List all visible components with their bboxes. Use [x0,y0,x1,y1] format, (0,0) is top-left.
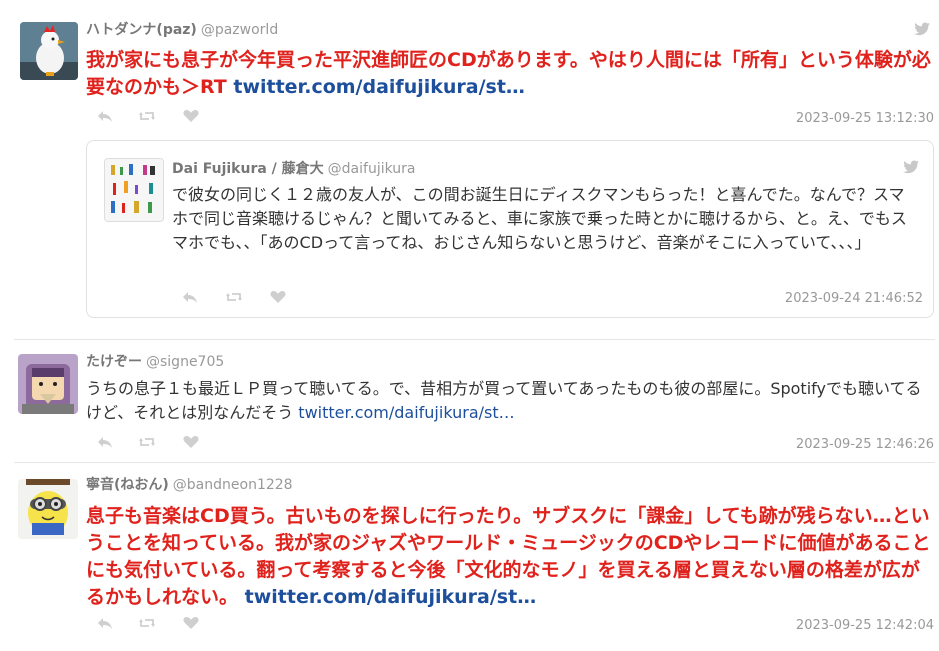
heart-icon[interactable] [182,109,200,123]
tweet-actions [96,435,216,451]
tweet-header: たけぞー @signe705 [86,351,224,371]
tweet-actions [181,290,301,306]
tweet-actions [96,109,216,125]
heart-icon[interactable] [182,616,200,630]
display-name[interactable]: 寧音(ねおん) [86,477,169,493]
reply-icon[interactable] [181,290,199,304]
quoted-tweet-header: Dai Fujikura / 藤倉大 @daifujikura [172,158,416,178]
retweet-icon[interactable] [225,290,243,304]
user-handle[interactable]: @pazworld [201,22,278,38]
reply-icon[interactable] [96,616,114,630]
display-name[interactable]: ハトダンナ(paz) [86,22,197,38]
quoted-tweet[interactable]: Dai Fujikura / 藤倉大 @daifujikura で彼女の同じく１２… [86,140,934,318]
timestamp[interactable]: 2023-09-25 12:46:26 [796,437,934,452]
timestamp[interactable]: 2023-09-25 13:12:30 [796,111,934,126]
tweet-actions [96,616,216,632]
heart-icon[interactable] [269,290,287,304]
retweet-icon[interactable] [138,616,156,630]
quoted-tweet-text: で彼女の同じく１２歳の友人が、この間お誕生日にディスクマンもらった！と喜んでた。… [172,185,907,252]
twitter-bird-icon[interactable] [902,160,920,174]
tweet-text: うちの息子１も最近ＬＰ買って聴いてる。で、昔相方が買って置いてあったものも彼の部… [86,377,932,425]
tweet-text: 息子も音楽はCD買う。古いものを探しに行ったり。サブスクに「課金」しても跡が残ら… [86,503,932,611]
display-name[interactable]: たけぞー [86,354,142,370]
tweet-header: ハトダンナ(paz) @pazworld [86,19,278,39]
avatar[interactable] [104,158,164,222]
reply-icon[interactable] [96,435,114,449]
reply-icon[interactable] [96,109,114,123]
tweet-link[interactable]: twitter.com/daifujikura/st… [298,403,514,422]
heart-icon[interactable] [182,435,200,449]
timestamp[interactable]: 2023-09-25 12:42:04 [796,618,934,633]
tweet-link[interactable]: twitter.com/daifujikura/st… [233,76,525,98]
avatar[interactable] [18,354,78,414]
tweet-link[interactable]: twitter.com/daifujikura/st… [245,586,537,608]
avatar[interactable] [18,479,78,539]
tweet-3: 寧音(ねおん) @bandneon1228 息子も音楽はCD買う。古いものを探しに… [0,463,939,651]
tweet-text: 我が家にも息子が今年買った平沢進師匠のCDがあります。やはり人間には「所有」とい… [86,47,932,101]
tweet-1: ハトダンナ(paz) @pazworld 我が家にも息子が今年買った平沢進師匠のC… [0,0,939,330]
tweet-header: 寧音(ねおん) @bandneon1228 [86,474,293,494]
tweet-2: たけぞー @signe705 うちの息子１も最近ＬＰ買って聴いてる。で、昔相方が買… [0,340,939,462]
display-name[interactable]: Dai Fujikura / 藤倉大 [172,161,324,177]
avatar[interactable] [20,22,78,80]
timestamp[interactable]: 2023-09-24 21:46:52 [785,291,923,306]
twitter-bird-icon[interactable] [913,22,931,36]
user-handle[interactable]: @daifujikura [328,161,416,177]
retweet-icon[interactable] [138,435,156,449]
user-handle[interactable]: @signe705 [146,354,224,370]
retweet-icon[interactable] [138,109,156,123]
user-handle[interactable]: @bandneon1228 [173,477,293,493]
